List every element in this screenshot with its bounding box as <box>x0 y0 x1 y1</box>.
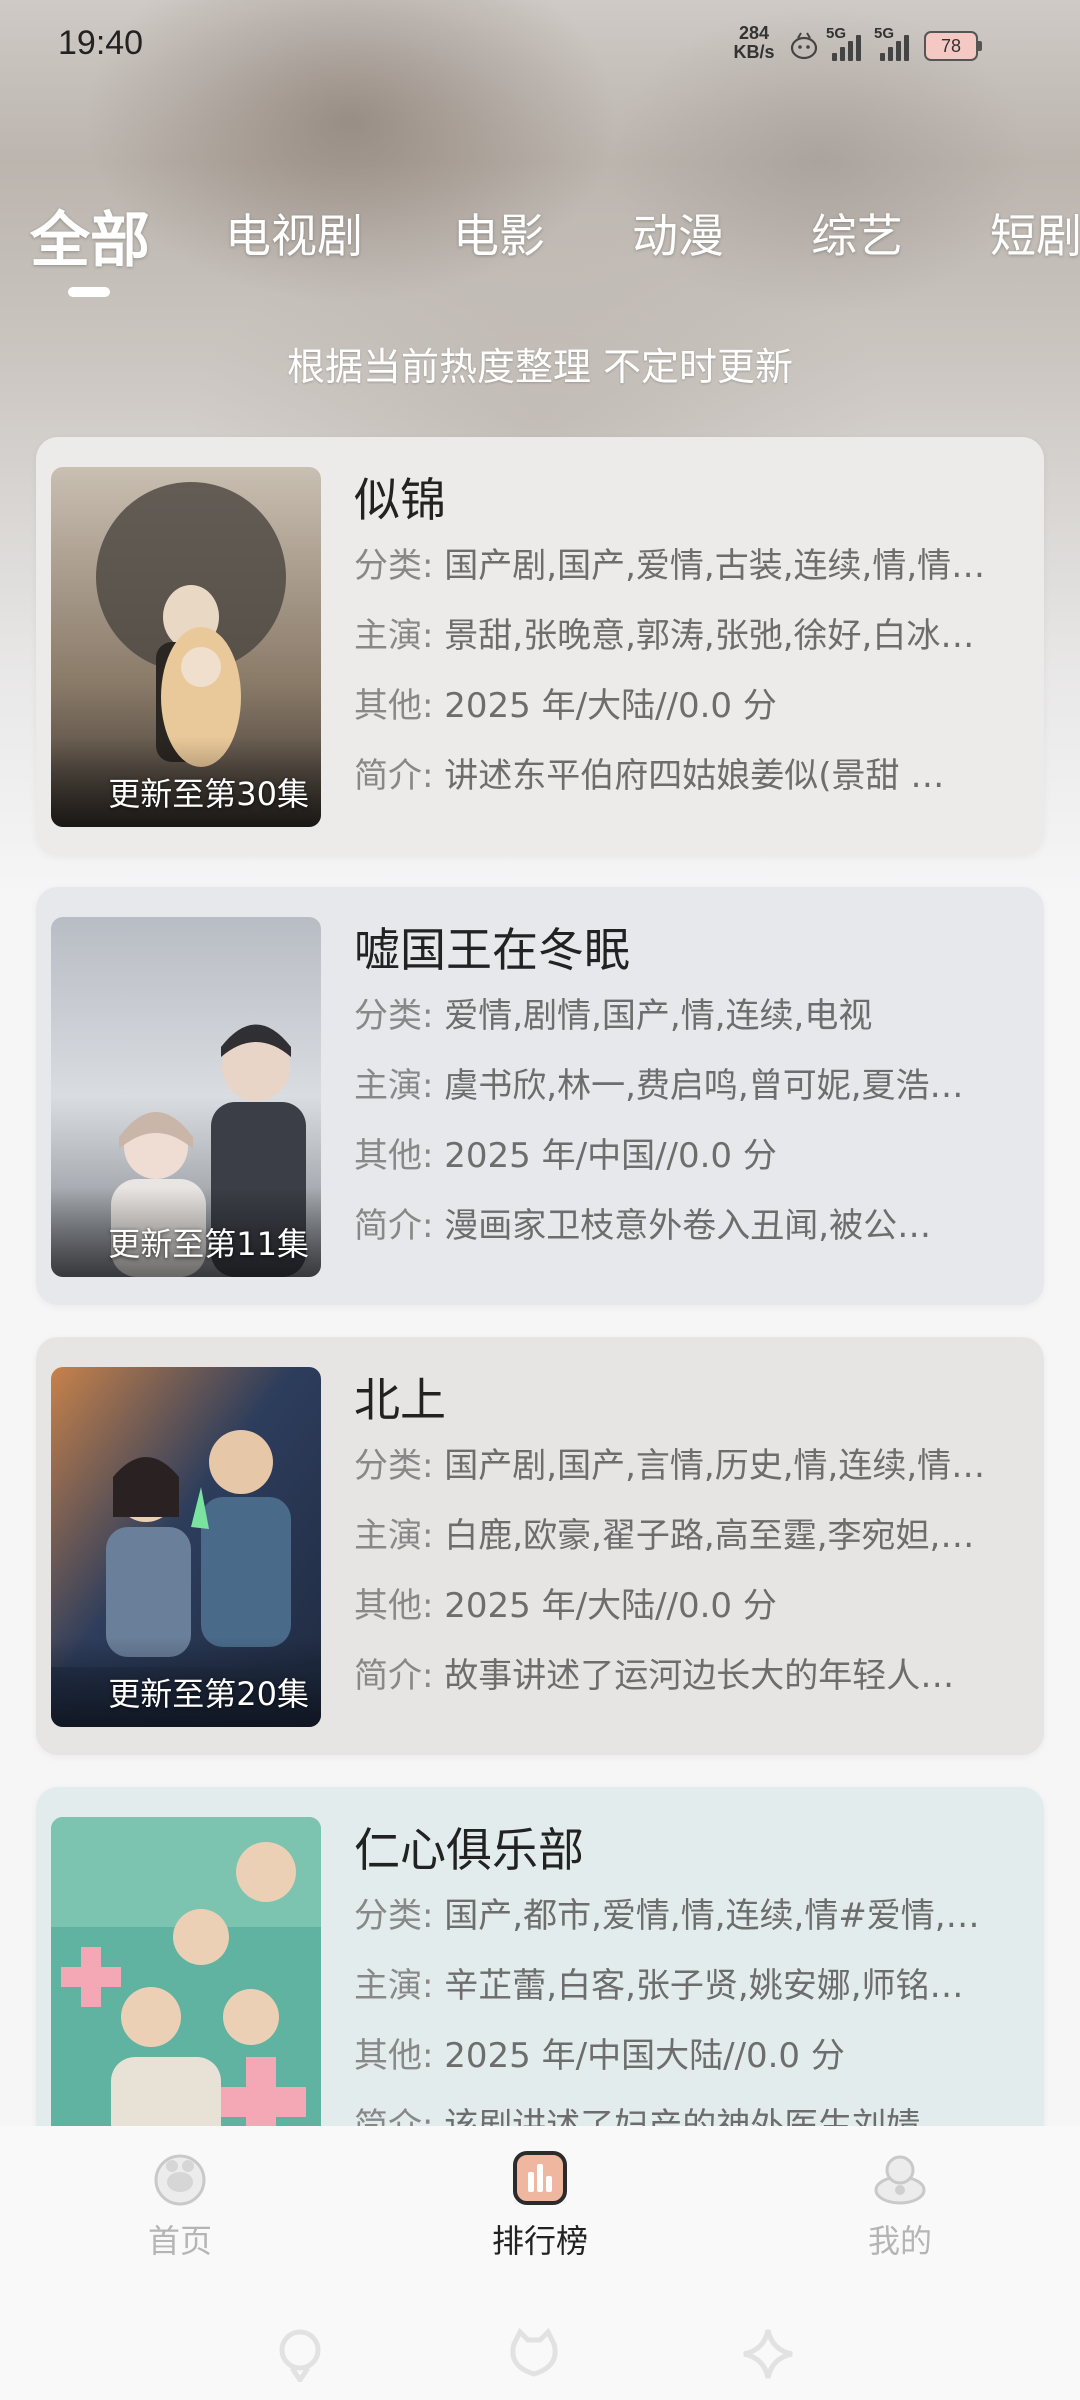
item-cast: 主演: 辛芷蕾,白客,张子贤,姚安娜,师铭… <box>354 1966 964 2006</box>
item-title: 北上 <box>354 1373 446 1427</box>
item-other: 其他: 2025 年/中国//0.0 分 <box>354 1136 777 1176</box>
status-bar: 19:40 284 KB/s 5G 5G 78 <box>0 0 1080 90</box>
battery-icon: 78 <box>924 31 982 61</box>
item-cast: 主演: 白鹿,欧豪,翟子路,高至霆,李宛妲,… <box>354 1516 975 1556</box>
item-other: 其他: 2025 年/大陆//0.0 分 <box>354 1586 777 1626</box>
battery-level: 78 <box>940 35 962 56</box>
item-title: 仁心俱乐部 <box>354 1823 584 1877</box>
item-title: 似锦 <box>354 473 446 527</box>
ranking-subtitle: 根据当前热度整理 不定时更新 <box>286 345 794 389</box>
cat-home-icon[interactable] <box>506 2326 562 2382</box>
category-tabs: 全部 电视剧 电影 动漫 综艺 短剧 <box>0 200 1080 300</box>
tab-movies[interactable]: 电影 <box>453 200 545 266</box>
tab-all[interactable]: 全部 <box>30 200 150 279</box>
home-icon <box>154 2154 206 2206</box>
item-intro: 简介: 讲述东平伯府四姑娘姜似(景甜 … <box>354 756 945 796</box>
assistant-icon[interactable] <box>272 2326 328 2382</box>
item-title: 嘘国王在冬眠 <box>354 923 630 977</box>
notification-app-icon <box>790 32 818 60</box>
item-info: 似锦 分类: 国产剧,国产,爱情,古装,连续,情,情… 主演: 景甜,张晚意,郭… <box>354 469 1024 811</box>
item-category: 分类: 爱情,剧情,国产,情,连续,电视 <box>354 996 873 1036</box>
nav-ranking[interactable]: 排行榜 <box>420 2150 660 2262</box>
item-info: 北上 分类: 国产剧,国产,言情,历史,情,连续,情… 主演: 白鹿,欧豪,翟子… <box>354 1369 1024 1711</box>
item-cast: 主演: 虞书欣,林一,费启鸣,曾可妮,夏浩… <box>354 1066 964 1106</box>
ranking-card[interactable]: 更新至第20集 北上 分类: 国产剧,国产,言情,历史,情,连续,情… 主演: … <box>36 1337 1044 1755</box>
poster-image <box>51 1817 321 2177</box>
sparkle-icon[interactable] <box>740 2326 796 2382</box>
tab-short-drama[interactable]: 短剧 <box>990 200 1080 266</box>
nav-ranking-label: 排行榜 <box>491 2222 588 2260</box>
nav-profile[interactable]: 我的 <box>780 2150 1020 2262</box>
item-cast: 主演: 景甜,张晚意,郭涛,张弛,徐好,白冰… <box>354 616 975 656</box>
item-category: 分类: 国产,都市,爱情,情,连续,情#爱情,… <box>354 1896 980 1936</box>
item-info: 嘘国王在冬眠 分类: 爱情,剧情,国产,情,连续,电视 主演: 虞书欣,林一,费… <box>354 919 1024 1261</box>
nav-home[interactable]: 首页 <box>60 2150 300 2262</box>
system-gesture-bar <box>0 2326 1080 2386</box>
signal-sim2-icon: 5G <box>874 25 916 61</box>
poster-image: 更新至第20集 <box>51 1367 321 1727</box>
network-speed: 284 KB/s <box>732 24 776 62</box>
episode-update-badge: 更新至第11集 <box>108 1225 309 1263</box>
signal-sim1-icon: 5G <box>826 25 868 61</box>
ranking-card[interactable]: 更新至第30集 似锦 分类: 国产剧,国产,爱情,古装,连续,情,情… 主演: … <box>36 437 1044 855</box>
item-other: 其他: 2025 年/大陆//0.0 分 <box>354 686 777 726</box>
status-icons: 5G 5G 78 <box>788 25 982 66</box>
tab-anime[interactable]: 动漫 <box>632 200 724 266</box>
poster-image: 更新至第30集 <box>51 467 321 827</box>
status-time: 19:40 <box>58 24 144 62</box>
ranking-card[interactable]: 更新至第11集 嘘国王在冬眠 分类: 爱情,剧情,国产,情,连续,电视 主演: … <box>36 887 1044 1305</box>
network-speed-unit: KB/s <box>733 42 775 62</box>
tab-variety[interactable]: 综艺 <box>811 200 903 266</box>
nav-home-label: 首页 <box>147 2222 212 2260</box>
episode-update-badge: 更新至第30集 <box>108 775 309 813</box>
item-category: 分类: 国产剧,国产,言情,历史,情,连续,情… <box>354 1446 986 1486</box>
ranking-icon <box>513 2151 567 2205</box>
active-tab-indicator <box>68 287 110 297</box>
item-other: 其他: 2025 年/中国大陆//0.0 分 <box>354 2036 845 2076</box>
tab-tv-series[interactable]: 电视剧 <box>225 200 363 266</box>
episode-update-badge: 更新至第20集 <box>108 1675 309 1713</box>
item-intro: 简介: 漫画家卫枝意外卷入丑闻,被公… <box>354 1206 932 1246</box>
profile-icon <box>874 2155 926 2205</box>
bottom-navigation: 首页 排行榜 我的 <box>0 2126 1080 2400</box>
network-speed-value: 284 <box>738 23 770 43</box>
item-info: 仁心俱乐部 分类: 国产,都市,爱情,情,连续,情#爱情,… 主演: 辛芷蕾,白… <box>354 1819 1024 2161</box>
poster-image: 更新至第11集 <box>51 917 321 1277</box>
item-category: 分类: 国产剧,国产,爱情,古装,连续,情,情… <box>354 546 986 586</box>
item-intro: 简介: 故事讲述了运河边长大的年轻人… <box>354 1656 955 1696</box>
nav-profile-label: 我的 <box>867 2222 932 2260</box>
